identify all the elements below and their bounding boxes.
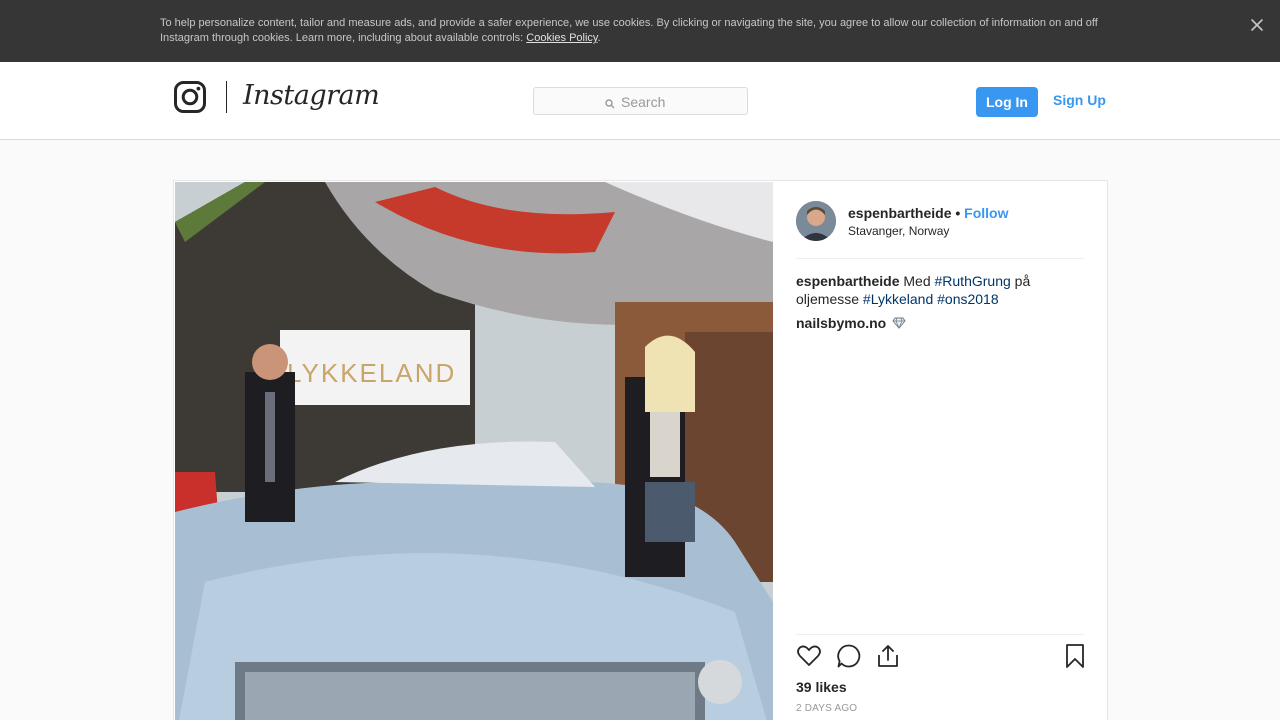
separator-dot: • [955, 205, 961, 221]
cookie-banner-period: . [597, 32, 601, 44]
avatar[interactable] [796, 201, 836, 241]
share-icon[interactable] [875, 643, 901, 669]
caption-username[interactable]: espenbartheide [796, 273, 899, 289]
hashtag-ruthgrung[interactable]: #RuthGrung [935, 273, 1011, 289]
post-username-link[interactable]: espenbartheide [848, 205, 951, 221]
search-icon [605, 96, 615, 109]
likes-count[interactable]: 39 likes [796, 678, 847, 696]
post-caption: espenbartheide Med #RuthGrung på oljemes… [796, 272, 1084, 308]
heart-icon[interactable] [796, 643, 822, 669]
close-icon[interactable] [1248, 16, 1266, 34]
caption-text: Med [903, 273, 931, 289]
hashtag-lykkeland[interactable]: #Lykkeland [863, 291, 933, 307]
post-actions [796, 634, 1084, 678]
follow-button[interactable]: Follow [964, 205, 1008, 221]
comment: nailsbymo.no [796, 314, 1084, 332]
post-timestamp[interactable]: 2 DAYS AGO [796, 703, 857, 715]
signup-link[interactable]: Sign Up [1053, 92, 1106, 108]
post-photo[interactable]: LYKKELAND [175, 182, 773, 720]
login-button[interactable]: Log In [976, 87, 1038, 117]
cookies-policy-link[interactable]: Cookies Policy [526, 32, 597, 44]
search-input[interactable]: Search [533, 87, 748, 115]
instagram-camera-icon[interactable] [174, 81, 206, 113]
bookmark-icon[interactable] [1062, 643, 1088, 669]
post-location[interactable]: Stavanger, Norway [848, 224, 949, 238]
search-placeholder: Search [621, 94, 666, 110]
top-navigation: Instagram Search Log In Sign Up [0, 62, 1280, 140]
cookie-banner-message: To help personalize content, tailor and … [160, 17, 1098, 44]
comment-username[interactable]: nailsbymo.no [796, 315, 886, 331]
photo-banner-text: LYKKELAND [287, 358, 456, 388]
post-card: LYKKELAND espenbartheide • Follow Stavan… [173, 180, 1108, 720]
post-username: espenbartheide • Follow [848, 204, 1009, 222]
instagram-wordmark[interactable]: Instagram [243, 78, 380, 114]
post-header: espenbartheide • Follow Stavanger, Norwa… [796, 201, 1084, 259]
hashtag-ons2018[interactable]: #ons2018 [937, 291, 999, 307]
gem-icon [892, 315, 906, 329]
cookie-banner: To help personalize content, tailor and … [0, 0, 1280, 62]
cookie-banner-text: To help personalize content, tailor and … [160, 16, 1120, 46]
comment-icon[interactable] [836, 643, 862, 669]
logo-divider [226, 81, 227, 113]
